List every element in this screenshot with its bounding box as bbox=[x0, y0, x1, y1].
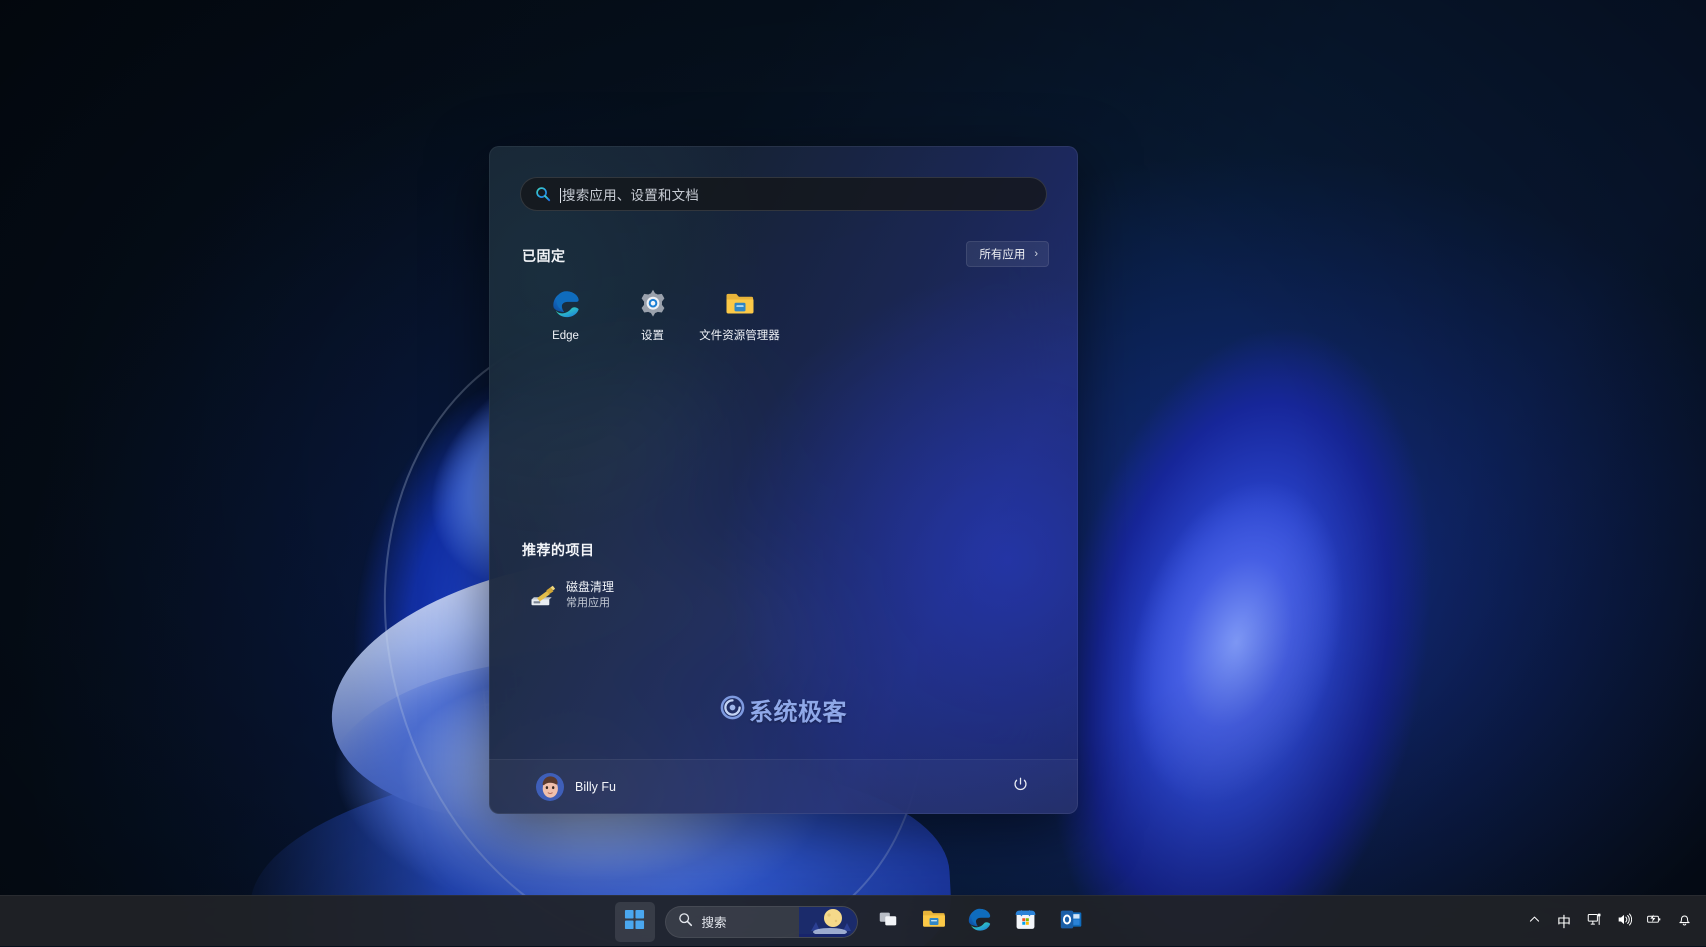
start-menu-body: 搜索应用、设置和文档 已固定 所有应用 › bbox=[489, 146, 1078, 759]
folder-icon bbox=[921, 906, 947, 937]
speaker-icon bbox=[1617, 912, 1632, 932]
search-icon bbox=[678, 912, 693, 932]
recommended-list: 磁盘清理 常用应用 bbox=[520, 572, 776, 618]
edge-icon bbox=[966, 906, 993, 938]
ime-indicator-button[interactable]: 中 bbox=[1550, 904, 1578, 940]
pinned-app-label: 设置 bbox=[610, 329, 695, 343]
list-item-text: 磁盘清理 常用应用 bbox=[566, 581, 614, 608]
pinned-apps-grid: Edge 设置 bbox=[522, 276, 1042, 343]
microsoft-store-button[interactable] bbox=[1006, 902, 1046, 942]
moon-landscape-icon bbox=[799, 907, 857, 937]
start-search-placeholder: 搜索应用、设置和文档 bbox=[560, 184, 699, 204]
pinned-app-label: 文件资源管理器 bbox=[697, 329, 782, 343]
pinned-section-title: 已固定 bbox=[522, 246, 566, 266]
ime-icon: 中 bbox=[1557, 912, 1571, 932]
watermark-text: 系统极客 bbox=[749, 692, 847, 727]
store-icon bbox=[1013, 907, 1038, 937]
search-icon bbox=[535, 186, 551, 202]
avatar bbox=[536, 773, 564, 801]
disk-cleanup-icon bbox=[529, 583, 554, 608]
user-account-button[interactable]: Billy Fu bbox=[531, 768, 626, 806]
power-button[interactable] bbox=[1005, 772, 1035, 802]
file-explorer-button[interactable] bbox=[914, 902, 954, 942]
pinned-app-edge[interactable]: Edge bbox=[522, 276, 609, 343]
list-item[interactable]: 磁盘清理 常用应用 bbox=[520, 572, 776, 618]
system-tray: 中 bbox=[1520, 896, 1698, 947]
battery-icon bbox=[1646, 911, 1662, 932]
edge-button[interactable] bbox=[960, 902, 1000, 942]
gear-icon bbox=[637, 288, 669, 320]
recommended-section-title: 推荐的项目 bbox=[522, 540, 595, 560]
windows-logo-icon bbox=[624, 909, 645, 935]
circle-logo-icon bbox=[720, 695, 745, 725]
pinned-app-label: Edge bbox=[523, 329, 608, 343]
list-item-title: 磁盘清理 bbox=[566, 581, 614, 594]
taskbar-search-label: 搜索 bbox=[702, 912, 727, 931]
pinned-app-file-explorer[interactable]: 文件资源管理器 bbox=[696, 276, 783, 343]
watermark: 系统极客 bbox=[489, 692, 1078, 727]
edge-icon bbox=[550, 288, 582, 320]
bell-icon bbox=[1677, 912, 1692, 932]
start-menu[interactable]: 搜索应用、设置和文档 已固定 所有应用 › bbox=[489, 146, 1078, 814]
network-button[interactable] bbox=[1580, 904, 1608, 940]
chevron-right-icon: › bbox=[1034, 249, 1038, 260]
start-menu-footer: Billy Fu bbox=[489, 759, 1078, 814]
chevron-up-icon bbox=[1528, 913, 1541, 931]
taskbar-search-box[interactable]: 搜索 bbox=[665, 906, 858, 938]
taskbar[interactable]: 搜索 bbox=[0, 895, 1706, 946]
volume-button[interactable] bbox=[1610, 904, 1638, 940]
power-icon bbox=[1012, 776, 1029, 798]
outlook-icon bbox=[1059, 907, 1084, 937]
task-view-icon bbox=[877, 908, 899, 935]
task-view-button[interactable] bbox=[868, 902, 908, 942]
show-hidden-icons-button[interactable] bbox=[1520, 904, 1548, 940]
folder-icon bbox=[724, 288, 756, 320]
start-search-box[interactable]: 搜索应用、设置和文档 bbox=[520, 177, 1047, 211]
pinned-app-settings[interactable]: 设置 bbox=[609, 276, 696, 343]
battery-button[interactable] bbox=[1640, 904, 1668, 940]
display-network-icon bbox=[1587, 912, 1602, 932]
start-button[interactable] bbox=[615, 902, 655, 942]
all-apps-label: 所有应用 bbox=[979, 246, 1025, 262]
user-name: Billy Fu bbox=[575, 780, 616, 794]
taskbar-center-group: 搜索 bbox=[0, 896, 1706, 947]
list-item-subtitle: 常用应用 bbox=[566, 597, 614, 609]
notifications-button[interactable] bbox=[1670, 904, 1698, 940]
outlook-button[interactable] bbox=[1052, 902, 1092, 942]
all-apps-button[interactable]: 所有应用 › bbox=[966, 241, 1049, 267]
